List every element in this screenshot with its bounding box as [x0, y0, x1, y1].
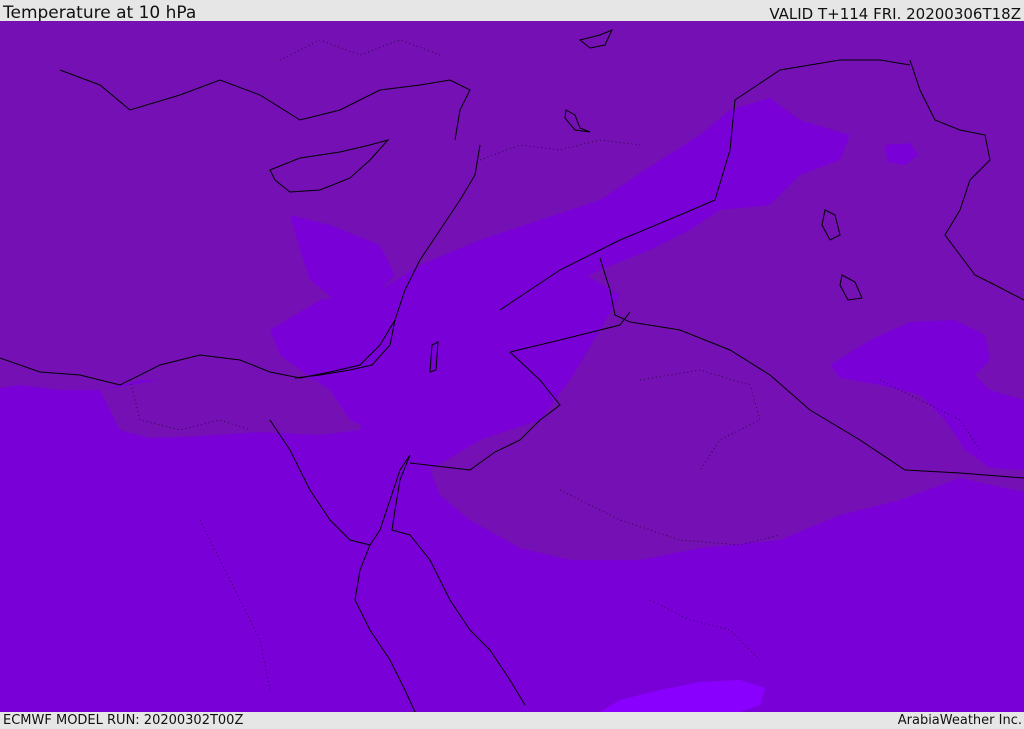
footer-bar: ECMWF MODEL RUN: 20200302T00Z ArabiaWeat… [0, 712, 1024, 729]
header-bar: Temperature at 10 hPa VALID T+114 FRI. 2… [0, 0, 1024, 23]
weather-map[interactable] [0, 21, 1024, 712]
brand-label: ArabiaWeather Inc. [897, 713, 1022, 728]
map-title: Temperature at 10 hPa [3, 3, 197, 23]
model-run: ECMWF MODEL RUN: 20200302T00Z [3, 713, 244, 728]
